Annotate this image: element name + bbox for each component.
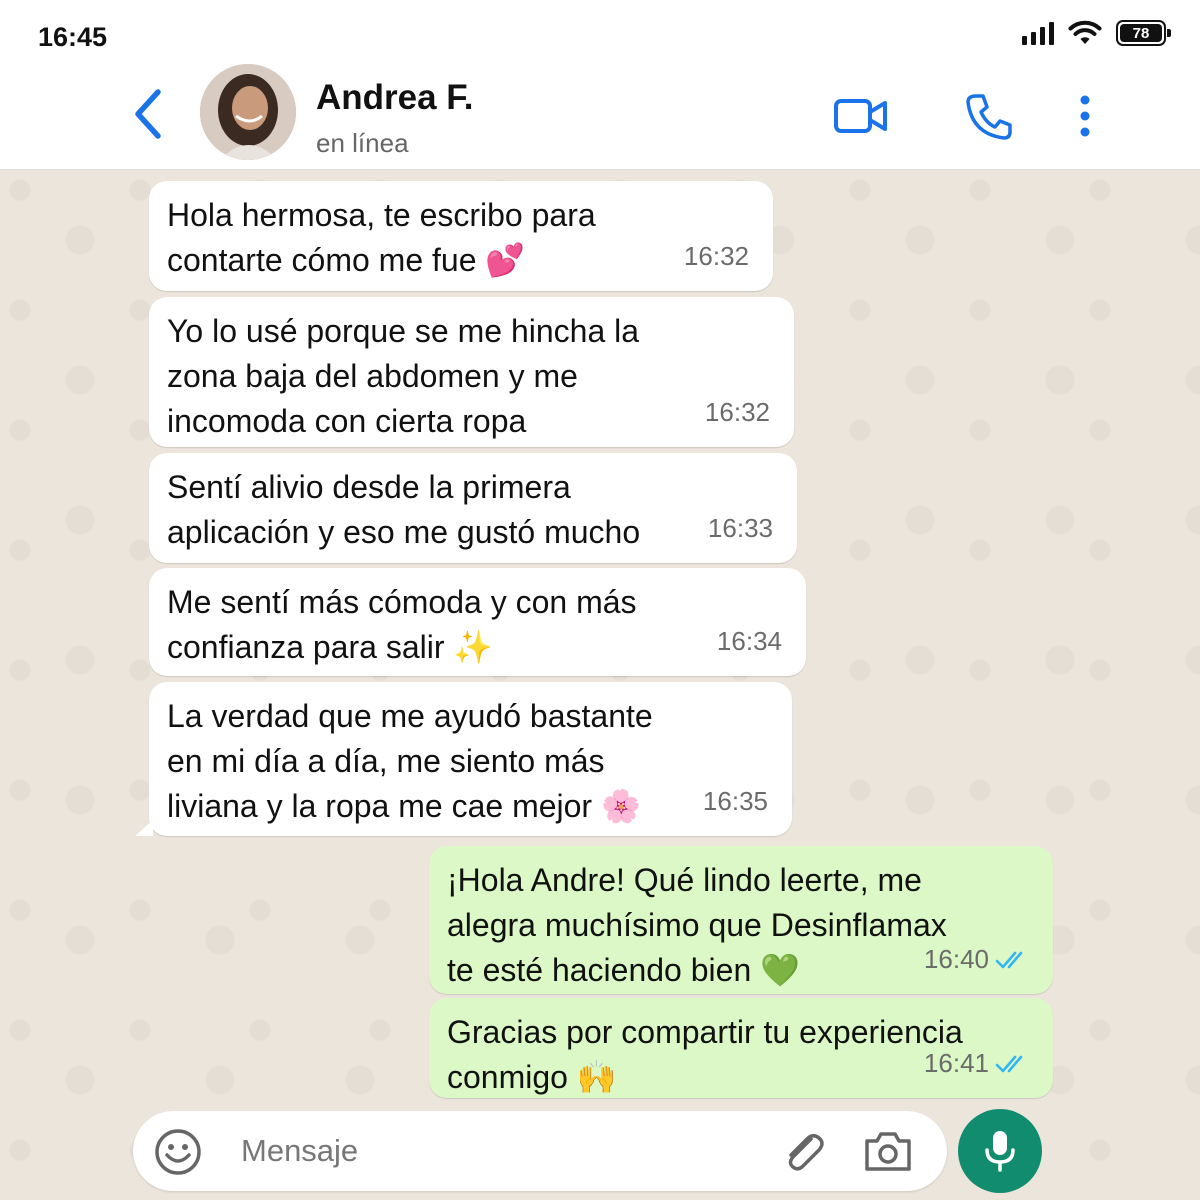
message-body: Gracias por compartir tu experiencia con… [447, 1014, 963, 1095]
message-time: 16:40 [923, 944, 989, 974]
bubble-tail [135, 820, 153, 836]
message-meta: 16:41 [924, 1041, 1029, 1086]
sparkles-emoji: ✨ [453, 628, 494, 666]
video-camera-icon[interactable] [833, 96, 889, 136]
message-time: 16:32 [683, 241, 749, 271]
paperclip-icon[interactable] [781, 1129, 827, 1175]
message-body: Me sentí más cómoda y con más confianza … [167, 584, 637, 665]
message-bubble-outgoing[interactable]: Gracias por compartir tu experiencia con… [429, 998, 1053, 1098]
chat-header: Andrea F. en línea [0, 62, 1200, 170]
message-text: Hola hermosa, te escribo para contarte c… [167, 193, 753, 283]
message-time: 16:32 [704, 397, 770, 427]
message-bubble-incoming[interactable]: La verdad que me ayudó bastante en mi dí… [135, 682, 792, 836]
message-body: ¡Hola Andre! Qué lindo leerte, me alegra… [447, 862, 947, 988]
message-bubble-outgoing[interactable]: ¡Hola Andre! Qué lindo leerte, me alegra… [429, 846, 1053, 994]
double-check-icon [995, 1055, 1023, 1072]
microphone-icon [985, 1131, 1015, 1172]
contact-status: en línea [316, 128, 409, 158]
contact-name[interactable]: Andrea F. [316, 78, 474, 118]
double-check-icon [995, 951, 1023, 968]
message-input[interactable] [241, 1125, 761, 1177]
more-vertical-icon[interactable] [1070, 94, 1100, 138]
status-icons: 78 [1022, 20, 1171, 46]
smiley-icon[interactable] [153, 1127, 203, 1177]
message-bubble-incoming[interactable]: Sentí alivio desde la primera aplicación… [149, 453, 797, 563]
message-meta: 16:40 [924, 937, 1029, 982]
message-body: La verdad que me ayudó bastante en mi dí… [167, 698, 653, 824]
raised-hands-emoji: 🙌 [576, 1058, 617, 1096]
green-heart-emoji: 💚 [760, 951, 800, 989]
message-bubble-incoming[interactable]: Me sentí más cómoda y con más confianza … [149, 568, 806, 676]
avatar-photo [200, 64, 296, 160]
message-bubble-incoming[interactable]: Yo lo usé porque se me hincha la zona ba… [149, 297, 794, 447]
avatar[interactable] [200, 64, 296, 160]
signal-icon [1022, 21, 1054, 45]
message-time: 16:34 [716, 626, 782, 656]
camera-icon[interactable] [863, 1129, 913, 1173]
two-hearts-emoji: 💕 [485, 241, 526, 279]
status-time: 16:45 [38, 22, 108, 52]
phone-icon[interactable] [964, 92, 1014, 142]
message-input-bar [133, 1111, 947, 1191]
chevron-left-icon[interactable] [128, 86, 168, 142]
message-time: 16:33 [707, 513, 773, 543]
message-body: Hola hermosa, te escribo para contarte c… [167, 197, 596, 278]
message-text: La verdad que me ayudó bastante en mi dí… [167, 694, 772, 829]
message-body: Yo lo usé porque se me hincha la zona ba… [167, 313, 640, 439]
message-body: Sentí alivio desde la primera aplicación… [167, 469, 641, 550]
message-bubble-incoming[interactable]: Hola hermosa, te escribo para contarte c… [149, 181, 773, 291]
battery-level: 78 [1120, 24, 1162, 42]
blossom-emoji: 🌸 [600, 787, 641, 825]
message-time: 16:41 [923, 1048, 989, 1078]
mic-button[interactable] [958, 1109, 1042, 1193]
message-text: Me sentí más cómoda y con más confianza … [167, 580, 786, 670]
message-time: 16:35 [702, 786, 768, 816]
battery-icon: 78 [1116, 20, 1171, 46]
wifi-icon [1068, 20, 1102, 44]
